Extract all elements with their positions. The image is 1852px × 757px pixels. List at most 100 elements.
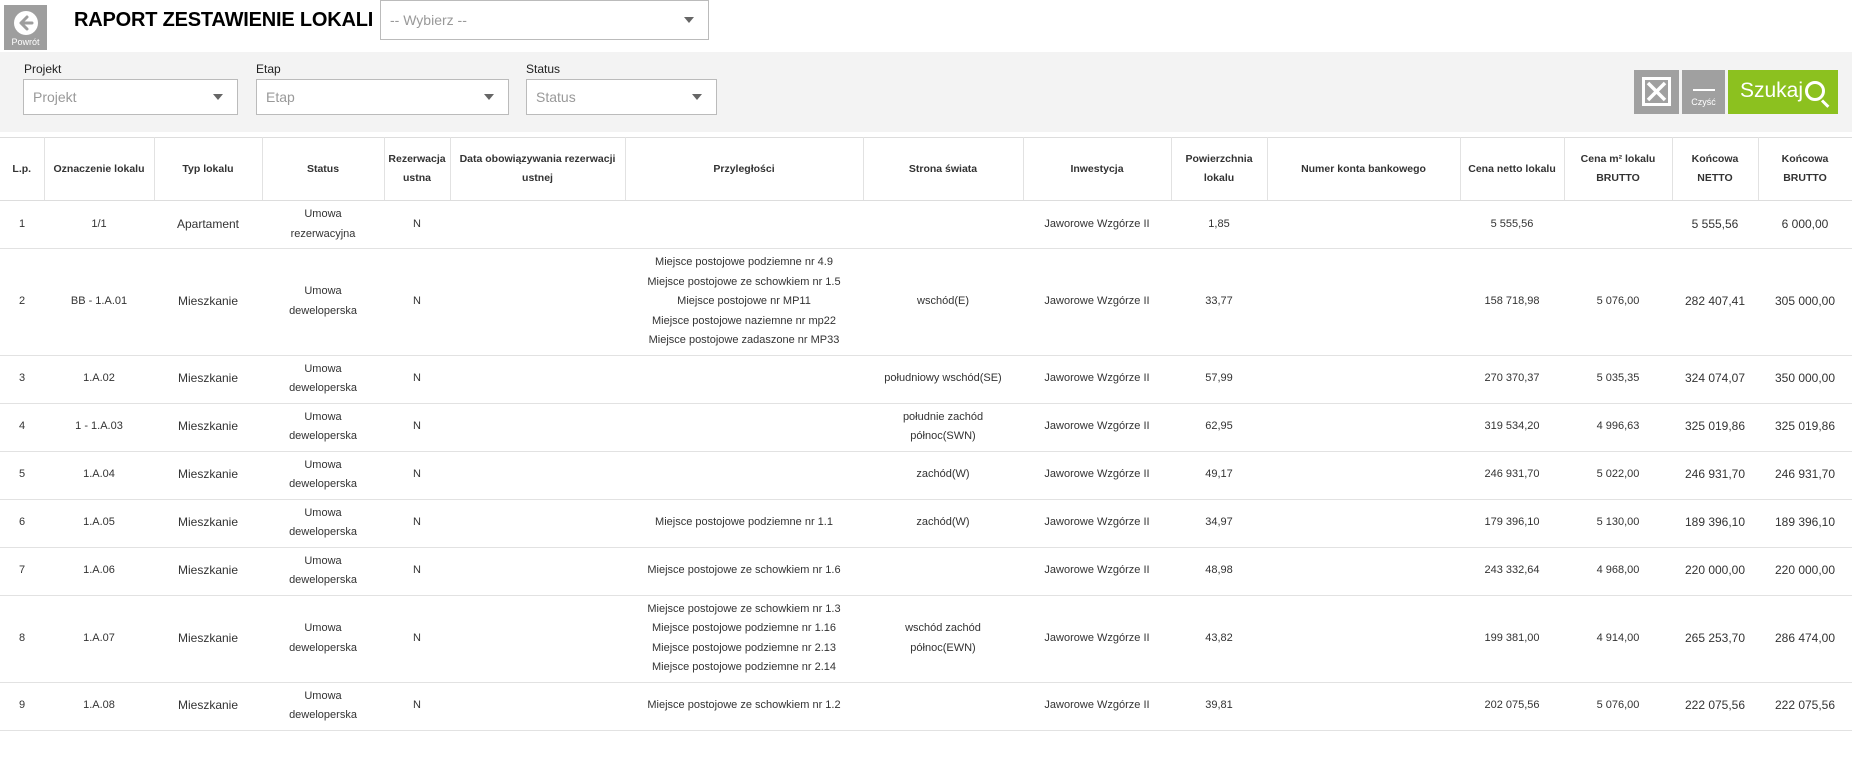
cell-strona: wschód(E)	[863, 248, 1023, 356]
table-row[interactable]: 3 1.A.02 Mieszkanie Umowa deweloperska Npołud…	[0, 355, 1852, 404]
search-button[interactable]: Szukaj	[1728, 70, 1838, 114]
cell-koncowa-brutto: 222 075,56	[1758, 682, 1852, 731]
cell-status: Umowa deweloperska	[262, 547, 384, 596]
cell-cena-m2: 5 130,00	[1564, 499, 1672, 548]
cell-lp: 6	[0, 499, 44, 548]
cell-typ: Mieszkanie	[154, 595, 262, 683]
cell-data-rez	[450, 355, 625, 404]
cell-cena-m2: 5 022,00	[1564, 451, 1672, 500]
back-label: Powrót	[11, 37, 40, 47]
cell-konto	[1267, 499, 1460, 548]
cell-rezerwacja: N	[384, 499, 450, 548]
projekt-label: Projekt	[24, 62, 62, 76]
cell-typ: Mieszkanie	[154, 547, 262, 596]
minus-icon	[1692, 89, 1715, 91]
cell-powierzchnia: 57,99	[1171, 355, 1267, 404]
cell-data-rez	[450, 499, 625, 548]
cell-cena-m2: 5 076,00	[1564, 682, 1672, 731]
table-row[interactable]: 7 1.A.06 Mieszkanie Umowa deweloperska N Miejs…	[0, 547, 1852, 596]
etap-select[interactable]: Etap	[256, 79, 509, 115]
cell-strona: południowy wschód(SE)	[863, 355, 1023, 404]
cell-line: deweloperska	[289, 574, 357, 586]
status-select[interactable]: Status	[526, 79, 717, 115]
cell-line: Miejsce postojowe naziemne nr mp22	[651, 314, 837, 327]
cell-line: Miejsce postojowe ze schowkiem nr 1.6	[647, 564, 841, 577]
table-row[interactable]: 2 BB - 1.A.01 Mieszkanie Umowa deweloperska N…	[0, 248, 1852, 356]
cell-rezerwacja: N	[384, 682, 450, 731]
report-select[interactable]: -- Wybierz --	[380, 0, 709, 40]
projekt-select[interactable]: Projekt	[23, 79, 238, 115]
cell-line: wschód zachód	[905, 622, 981, 634]
cell-cena-netto: 179 396,10	[1460, 499, 1564, 548]
cell-line: Miejsce postojowe ze schowkiem nr 1.5	[647, 275, 841, 288]
cell-inwestycja: Jaworowe Wzgórze II	[1023, 595, 1171, 683]
chevron-down-icon	[484, 94, 494, 100]
cell-koncowa-brutto: 350 000,00	[1758, 355, 1852, 404]
cell-strona: zachód(W)	[863, 499, 1023, 548]
cell-powierzchnia: 48,98	[1171, 547, 1267, 596]
export-excel-button[interactable]	[1634, 70, 1679, 114]
column-header: Strona świata	[863, 137, 1024, 201]
cell-konto	[1267, 355, 1460, 404]
cell-cena-m2	[1564, 200, 1672, 249]
cell-rezerwacja: N	[384, 451, 450, 500]
cell-status: Umowa deweloperska	[262, 248, 384, 356]
cell-cena-netto: 270 370,37	[1460, 355, 1564, 404]
cell-cena-netto: 202 075,56	[1460, 682, 1564, 731]
cell-lp: 9	[0, 682, 44, 731]
cell-inwestycja: Jaworowe Wzgórze II	[1023, 547, 1171, 596]
cell-line: Miejsce postojowe podziemne nr 2.14	[651, 661, 837, 673]
cell-line: deweloperska	[289, 304, 357, 317]
cell-data-rez	[450, 595, 625, 683]
cell-line: Umowa	[304, 458, 342, 471]
back-button[interactable]: Powrót	[4, 5, 47, 50]
cell-cena-netto: 319 534,20	[1460, 403, 1564, 452]
table-row[interactable]: 9 1.A.08 Mieszkanie Umowa deweloperska N Miejs…	[0, 682, 1852, 731]
clear-button[interactable]: Czyść	[1682, 70, 1725, 114]
cell-przyleglosci: Miejsce postojowe podziemne nr 4.9 Miejsc…	[625, 248, 863, 356]
table-row[interactable]: 5 1.A.04 Mieszkanie Umowa deweloperska Nzachó…	[0, 451, 1852, 500]
cell-rezerwacja: N	[384, 547, 450, 596]
search-icon-handle	[1820, 99, 1830, 108]
clear-label: Czyść	[1691, 97, 1716, 107]
arrow-left-icon	[13, 11, 38, 35]
table-row[interactable]: 1 1/1 Apartament Umowa rezerwacyjna N Jaworowe…	[0, 200, 1852, 249]
etap-label: Etap	[256, 62, 281, 76]
cell-line: Umowa	[304, 689, 342, 702]
cell-powierzchnia: 62,95	[1171, 403, 1267, 452]
cell-line: Miejsce postojowe podziemne nr 1.16	[651, 622, 837, 634]
table-row[interactable]: 8 1.A.07 Mieszkanie Umowa deweloperska N Miejs…	[0, 595, 1852, 683]
cell-line: Miejsce postojowe podziemne nr 2.13	[651, 641, 837, 654]
status-placeholder: Status	[536, 89, 576, 105]
cell-koncowa-netto: 5 555,56	[1672, 200, 1758, 249]
cell-typ: Mieszkanie	[154, 682, 262, 731]
table-row[interactable]: 41 - 1.A.03 Mieszkanie Umowa deweloperska Np…	[0, 403, 1852, 452]
table-body: 1 1/1 Apartament Umowa rezerwacyjna N Jaworowe…	[0, 200, 1852, 731]
cell-przyleglosci	[625, 403, 863, 452]
cell-konto	[1267, 547, 1460, 596]
cell-rezerwacja: N	[384, 200, 450, 249]
search-icon	[1805, 81, 1825, 101]
cell-cena-m2: 4 914,00	[1564, 595, 1672, 683]
cell-powierzchnia: 34,97	[1171, 499, 1267, 548]
cell-cena-netto: 246 931,70	[1460, 451, 1564, 500]
cell-strona	[863, 200, 1023, 249]
table-row[interactable]: 6 1.A.05 Mieszkanie Umowa deweloperska N Miejs…	[0, 499, 1852, 548]
cell-powierzchnia: 43,82	[1171, 595, 1267, 683]
cell-rezerwacja: N	[384, 595, 450, 683]
cell-przyleglosci: Miejsce postojowe ze schowkiem nr 1.3 Mie…	[625, 595, 863, 683]
cell-status: Umowa deweloperska	[262, 682, 384, 731]
cell-line: zachód(W)	[916, 468, 970, 481]
column-header: Status	[262, 137, 385, 201]
cell-line: deweloperska	[289, 641, 357, 654]
column-header: Rezerwacja ustna	[384, 137, 451, 201]
cell-cena-netto: 243 332,64	[1460, 547, 1564, 596]
cell-cena-netto: 199 381,00	[1460, 595, 1564, 683]
cell-rezerwacja: N	[384, 355, 450, 404]
cell-koncowa-brutto: 246 931,70	[1758, 451, 1852, 500]
cell-strona: zachód(W)	[863, 451, 1023, 500]
cell-oznaczenie: 1.A.07	[44, 595, 154, 683]
cell-data-rez	[450, 403, 625, 452]
cell-koncowa-netto: 189 396,10	[1672, 499, 1758, 548]
cell-strona	[863, 682, 1023, 731]
